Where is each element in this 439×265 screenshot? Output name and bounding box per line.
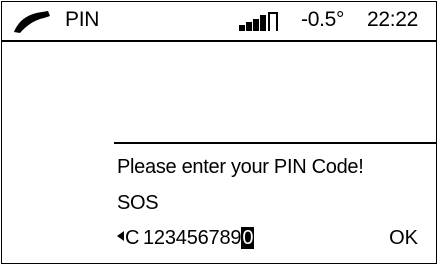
pin-entered-digits: 123456789 (143, 227, 242, 249)
backspace-button[interactable]: C (117, 227, 139, 250)
phone-screen: PIN -0.5° 22:22 Please enter your PIN Co… (1, 1, 437, 264)
backspace-label: C (125, 227, 140, 249)
pin-prompt: Please enter your PIN Code! (117, 156, 364, 178)
pin-input[interactable]: 1234567890 (143, 227, 255, 250)
status-bar: PIN -0.5° 22:22 (2, 2, 436, 42)
temperature-readout: -0.5° (301, 8, 345, 31)
sos-button[interactable]: SOS (117, 192, 159, 215)
signal-strength-icon (239, 12, 278, 31)
phone-handset-icon (14, 11, 50, 33)
dialog-divider (114, 142, 436, 144)
pin-entry-row: C 1234567890 OK (117, 227, 436, 253)
backspace-arrow-icon (117, 231, 124, 241)
clock: 22:22 (367, 8, 419, 31)
ok-button[interactable]: OK (389, 227, 418, 250)
screen-title: PIN (65, 8, 100, 31)
pin-cursor-digit: 0 (241, 227, 255, 249)
